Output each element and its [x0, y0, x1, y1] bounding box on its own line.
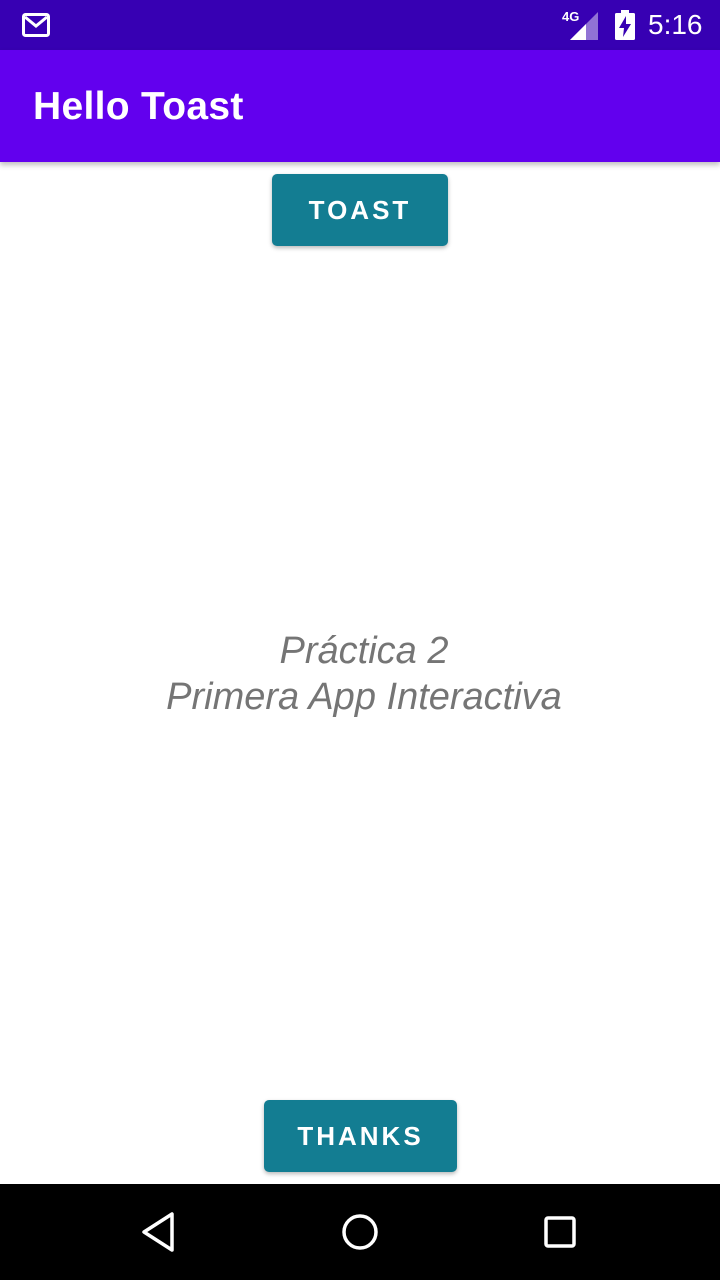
- battery-charging-icon: [615, 10, 635, 40]
- toast-button[interactable]: TOAST: [272, 174, 448, 246]
- signal-indicator: 4G: [562, 10, 600, 40]
- recents-icon[interactable]: [536, 1208, 584, 1256]
- status-time: 5:16: [648, 9, 703, 40]
- message-line-2: Primera App Interactiva: [166, 676, 562, 718]
- navigation-bar: [0, 1184, 720, 1280]
- app-title: Hello Toast: [33, 85, 244, 128]
- message-line-1: Práctica 2: [279, 630, 449, 672]
- home-icon[interactable]: [336, 1208, 384, 1256]
- back-icon[interactable]: [136, 1208, 184, 1256]
- gmail-icon: [22, 13, 50, 37]
- status-bar: 4G 5:16: [0, 0, 720, 50]
- message-text: Práctica 2 Primera App Interactiva: [0, 628, 720, 720]
- screen: 4G 5:16 Hello Toast TOAST Práctica 2 Pri…: [0, 0, 720, 1280]
- signal-icon: [570, 12, 598, 40]
- app-bar: Hello Toast: [0, 50, 720, 162]
- thanks-button[interactable]: THANKS: [264, 1100, 457, 1172]
